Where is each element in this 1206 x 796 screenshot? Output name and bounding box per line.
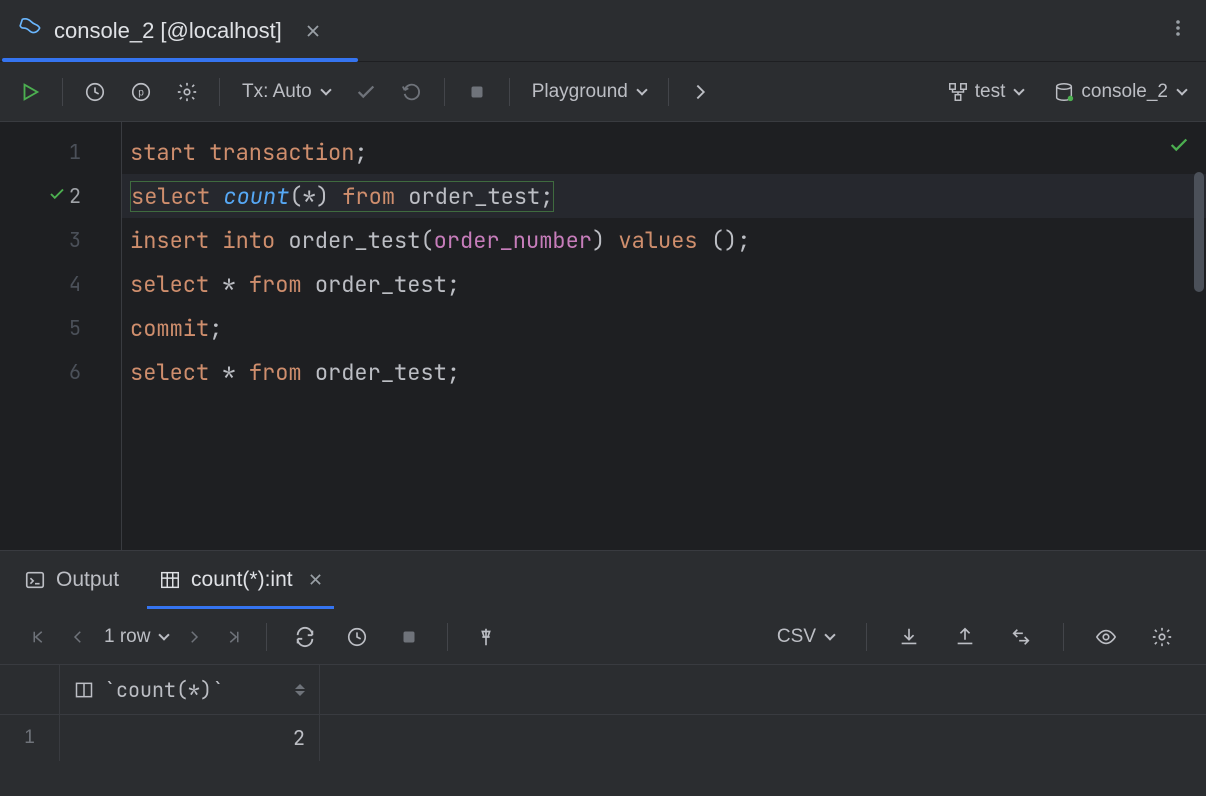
gutter-line[interactable]: 6 — [0, 350, 121, 394]
results-panel: Output count(*):int 1 row CSV — [0, 550, 1206, 796]
grid-corner[interactable] — [0, 665, 60, 714]
output-tab-label: Output — [56, 568, 119, 592]
tab-title: console_2 [@localhost] — [54, 18, 282, 44]
code-area[interactable]: start transaction;select count(*) from o… — [122, 122, 1206, 550]
console-label: console_2 — [1081, 81, 1168, 103]
results-tabs: Output count(*):int — [0, 551, 1206, 609]
separator — [444, 78, 445, 106]
tab-menu-icon[interactable] — [1168, 18, 1188, 43]
gutter-line[interactable]: 4 — [0, 262, 121, 306]
row-number[interactable]: 1 — [0, 715, 60, 761]
code-line[interactable]: start transaction; — [122, 130, 1206, 174]
schema-icon — [947, 81, 969, 103]
gutter-line[interactable]: 3 — [0, 218, 121, 262]
next-page-icon[interactable] — [180, 628, 208, 646]
run-button[interactable] — [10, 72, 50, 112]
chevron-down-icon — [1014, 84, 1025, 95]
datasource-icon — [1053, 81, 1075, 103]
pin-icon[interactable] — [466, 617, 506, 657]
settings-icon[interactable] — [1142, 617, 1182, 657]
result-tab-label: count(*):int — [191, 568, 293, 592]
code-line[interactable]: select * from order_test; — [122, 350, 1206, 394]
separator — [866, 623, 867, 651]
chevron-down-icon — [320, 84, 331, 95]
first-page-icon[interactable] — [24, 628, 52, 646]
prev-page-icon[interactable] — [64, 628, 92, 646]
rollback-icon[interactable] — [392, 72, 432, 112]
grid-header-row: `count(*)` — [0, 665, 1206, 715]
results-grid: `count(*)` 12 — [0, 665, 1206, 761]
session-label: Playground — [532, 81, 628, 103]
editor-scrollbar[interactable] — [1194, 172, 1204, 292]
column-header-label: `count(*)` — [104, 677, 224, 703]
separator — [1063, 623, 1064, 651]
close-icon[interactable] — [306, 24, 320, 38]
editor-tab-bar: console_2 [@localhost] — [0, 0, 1206, 62]
chevron-down-icon — [636, 84, 647, 95]
inspection-ok-icon[interactable] — [1168, 134, 1190, 163]
last-page-icon[interactable] — [220, 628, 248, 646]
row-count-selector[interactable]: 1 row — [104, 626, 168, 648]
close-icon[interactable] — [309, 568, 322, 592]
tx-mode-selector[interactable]: Tx: Auto — [232, 81, 340, 103]
table-icon — [159, 569, 181, 591]
export-format-selector[interactable]: CSV — [767, 626, 844, 648]
gutter-line[interactable]: 5 — [0, 306, 121, 350]
download-icon[interactable] — [889, 617, 929, 657]
schema-label: test — [975, 81, 1006, 103]
output-icon[interactable]: p — [121, 72, 161, 112]
query-toolbar: p Tx: Auto Playground test console_2 — [0, 62, 1206, 122]
separator — [668, 78, 669, 106]
tx-mode-label: Tx: Auto — [242, 81, 312, 103]
chevron-down-icon — [159, 629, 170, 640]
code-line[interactable]: commit; — [122, 306, 1206, 350]
settings-icon[interactable] — [167, 72, 207, 112]
reload-icon[interactable] — [285, 617, 325, 657]
results-toolbar: 1 row CSV — [0, 609, 1206, 665]
chevron-down-icon — [1176, 84, 1187, 95]
history-icon[interactable] — [75, 72, 115, 112]
stop-button[interactable] — [457, 72, 497, 112]
tab-active-indicator — [2, 58, 358, 62]
terminal-icon — [24, 569, 46, 591]
column-icon — [74, 680, 94, 700]
session-selector[interactable]: Playground — [522, 81, 656, 103]
console-selector[interactable]: console_2 — [1043, 81, 1196, 103]
code-line[interactable]: insert into order_test(order_number) val… — [122, 218, 1206, 262]
sort-icon[interactable] — [295, 684, 305, 696]
row-count-label: 1 row — [104, 626, 150, 648]
chevron-down-icon — [824, 629, 835, 640]
upload-icon[interactable] — [945, 617, 985, 657]
database-console-icon — [18, 15, 44, 46]
editor-gutter: 123456 — [0, 122, 122, 550]
commit-icon[interactable] — [346, 72, 386, 112]
separator — [447, 623, 448, 651]
editor-tab[interactable]: console_2 [@localhost] — [0, 0, 338, 61]
sql-editor[interactable]: 123456 start transaction;select count(*)… — [0, 122, 1206, 550]
svg-text:p: p — [138, 87, 144, 98]
output-tab[interactable]: Output — [24, 551, 119, 609]
compare-icon[interactable] — [1001, 617, 1041, 657]
separator — [266, 623, 267, 651]
schema-selector[interactable]: test — [937, 81, 1034, 103]
executed-check-icon — [48, 183, 66, 209]
gutter-line[interactable]: 1 — [0, 130, 121, 174]
separator — [509, 78, 510, 106]
history-icon[interactable] — [337, 617, 377, 657]
gutter-line[interactable]: 2 — [0, 174, 121, 218]
column-header[interactable]: `count(*)` — [60, 665, 320, 714]
code-line[interactable]: select count(*) from order_test; — [122, 174, 1206, 218]
separator — [62, 78, 63, 106]
result-tab[interactable]: count(*):int — [159, 551, 322, 609]
export-format-label: CSV — [777, 626, 816, 648]
separator — [219, 78, 220, 106]
grid-cell[interactable]: 2 — [60, 715, 320, 761]
expand-icon[interactable] — [681, 72, 721, 112]
stop-button[interactable] — [389, 617, 429, 657]
view-icon[interactable] — [1086, 617, 1126, 657]
code-line[interactable]: select * from order_test; — [122, 262, 1206, 306]
table-row[interactable]: 12 — [0, 715, 1206, 761]
